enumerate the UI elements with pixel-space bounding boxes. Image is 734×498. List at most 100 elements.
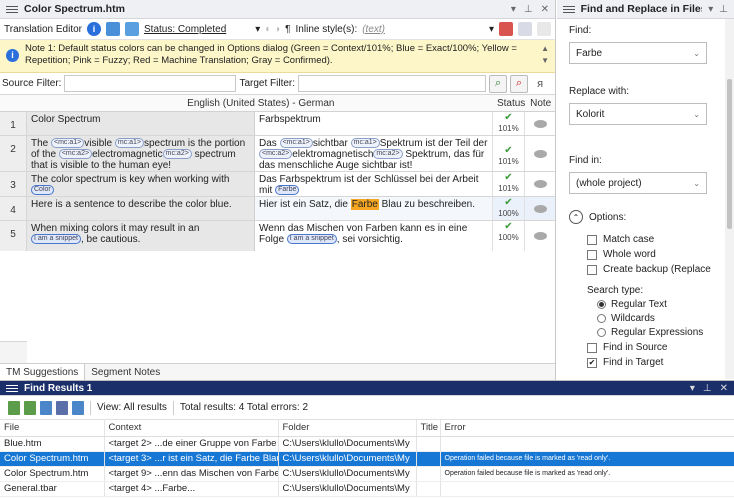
radio-regular-expressions[interactable]: Regular Expressions bbox=[597, 327, 719, 338]
inline-styles-link[interactable]: (text) bbox=[362, 24, 385, 35]
find-combo[interactable]: Farbe ⌄ bbox=[569, 42, 707, 64]
target-cell[interactable]: Das Farbspektrum ist der Schlüssel bei d… bbox=[255, 172, 493, 196]
view-icon[interactable] bbox=[518, 22, 532, 36]
segment-row[interactable]: 5 When mixing colors it may result in an… bbox=[0, 221, 555, 251]
close-icon[interactable]: ✕ bbox=[720, 383, 728, 394]
find-pane-scrollbar[interactable] bbox=[725, 19, 734, 379]
toolbar-dropdown-icon[interactable]: ▾ bbox=[255, 24, 260, 35]
whole-word-checkbox[interactable]: Whole word bbox=[587, 249, 719, 260]
inline-tag[interactable]: mc:a1> bbox=[350, 138, 380, 149]
column-header[interactable]: Error bbox=[440, 420, 734, 437]
inline-tag[interactable]: <mc:a1> bbox=[51, 138, 85, 149]
menu-icon[interactable] bbox=[6, 5, 18, 13]
note-cell[interactable] bbox=[525, 112, 555, 135]
clear-filter-icon[interactable]: ⌕ bbox=[510, 74, 529, 93]
comment-icon[interactable] bbox=[533, 119, 547, 128]
replace-combo[interactable]: Kolorit ⌄ bbox=[569, 103, 707, 125]
note-cell[interactable] bbox=[525, 172, 555, 196]
scroll-arrows-icon[interactable]: ▲ ▼ bbox=[541, 43, 549, 69]
tab-tm-suggestions[interactable]: TM Suggestions bbox=[0, 364, 86, 380]
comment-icon[interactable] bbox=[533, 232, 547, 240]
pin-icon[interactable]: ⊥ bbox=[524, 4, 533, 15]
inline-tag[interactable]: Farbe bbox=[275, 185, 300, 196]
inline-tag[interactable]: mc:a2> bbox=[373, 149, 403, 160]
inline-tag[interactable]: mc:a1> bbox=[114, 138, 144, 149]
radio-icon[interactable] bbox=[597, 314, 606, 323]
segment-row[interactable]: 3 The color spectrum is key when working… bbox=[0, 172, 555, 197]
inline-tag[interactable]: <mc:a1> bbox=[279, 138, 313, 149]
inline-tag[interactable]: Color bbox=[31, 185, 54, 196]
filter-settings-icon[interactable]: ᴙ bbox=[531, 75, 549, 93]
comment-icon[interactable] bbox=[533, 204, 547, 213]
collapse-icon[interactable] bbox=[24, 400, 36, 415]
copy-icon[interactable] bbox=[72, 400, 84, 415]
chevron-down-icon[interactable]: ⌄ bbox=[693, 179, 700, 188]
pin-icon[interactable]: ⊥ bbox=[703, 383, 712, 394]
target-filter-input[interactable] bbox=[298, 75, 487, 92]
comment-icon[interactable] bbox=[533, 180, 547, 188]
menu-icon[interactable] bbox=[563, 5, 575, 13]
list-icon[interactable] bbox=[56, 400, 68, 415]
find-in-source-checkbox[interactable]: Find in Source bbox=[587, 342, 719, 353]
dropdown-icon[interactable]: ▾ bbox=[708, 4, 713, 15]
find-in-target-checkbox[interactable]: ✔ Find in Target bbox=[587, 357, 719, 368]
target-cell[interactable]: Das <mc:a1> sichtbar mc:a1> Spektrum ist d… bbox=[255, 136, 493, 171]
expand-icon[interactable] bbox=[8, 400, 20, 415]
layout-icon[interactable] bbox=[537, 22, 551, 36]
radio-icon[interactable] bbox=[597, 300, 606, 309]
tab-segment-notes[interactable]: Segment Notes bbox=[85, 364, 166, 380]
radio-icon[interactable] bbox=[597, 328, 606, 337]
radio-wildcards[interactable]: Wildcards bbox=[597, 313, 719, 324]
result-row[interactable]: General.tbar <target 4> ...Farbe... C:\U… bbox=[0, 481, 734, 497]
menu-icon[interactable] bbox=[6, 384, 18, 392]
target-cell[interactable]: Wenn das Mischen von Farben kann es in e… bbox=[255, 221, 493, 251]
create-backup-checkbox[interactable]: Create backup (Replace bbox=[587, 264, 719, 275]
pdf-icon[interactable] bbox=[499, 22, 513, 36]
segment-row-active[interactable]: 4 Here is a sentence to describe the col… bbox=[0, 197, 555, 221]
chevron-down-icon[interactable]: ⌄ bbox=[693, 49, 700, 58]
note-cell[interactable] bbox=[525, 221, 555, 251]
inline-tag[interactable]: I am a snippet bbox=[286, 234, 337, 245]
checkbox-icon[interactable] bbox=[587, 249, 597, 260]
result-row[interactable]: Blue.htm <target 2> ...de einer Gruppe v… bbox=[0, 436, 734, 452]
close-icon[interactable]: ✕ bbox=[541, 4, 549, 15]
info-icon[interactable]: i bbox=[87, 22, 101, 36]
note-cell[interactable] bbox=[525, 197, 555, 220]
column-header[interactable]: Context bbox=[104, 420, 279, 437]
source-filter-input[interactable] bbox=[64, 75, 237, 92]
toggle-icon[interactable]: ◐ ◑ bbox=[265, 24, 280, 35]
apply-filter-icon[interactable]: ⌕ bbox=[489, 74, 508, 93]
export-icon[interactable] bbox=[40, 400, 52, 415]
inline-tag[interactable]: I am a snippet bbox=[31, 234, 81, 245]
checkbox-checked-icon[interactable]: ✔ bbox=[587, 357, 597, 368]
column-header[interactable]: Title bbox=[416, 420, 441, 437]
checkbox-icon[interactable] bbox=[587, 234, 597, 245]
segment-row[interactable]: 2 The <mc:a1> visible mc:a1> spectrum is t… bbox=[0, 136, 555, 172]
status-link[interactable]: Status: Completed bbox=[144, 24, 226, 35]
comment-icon[interactable] bbox=[533, 149, 547, 158]
inline-tag[interactable]: <mc:a2> bbox=[58, 149, 93, 160]
inline-tag[interactable]: mc:a2> bbox=[162, 149, 192, 160]
pin-icon[interactable]: ⊥ bbox=[719, 4, 728, 15]
dropdown-icon[interactable]: ▾ bbox=[690, 383, 695, 394]
document-icon[interactable] bbox=[106, 22, 120, 36]
pilcrow-icon[interactable]: ¶ bbox=[285, 24, 290, 35]
dropdown-icon[interactable]: ▾ bbox=[511, 4, 516, 15]
tools-dropdown-icon[interactable]: ▾ bbox=[489, 24, 494, 35]
checkbox-icon[interactable] bbox=[587, 264, 597, 275]
column-header[interactable]: File bbox=[0, 420, 105, 437]
radio-regular-text[interactable]: Regular Text bbox=[597, 299, 719, 310]
find-in-combo[interactable]: (whole project) ⌄ bbox=[569, 172, 707, 194]
view-filter-label[interactable]: View: All results bbox=[97, 402, 167, 413]
chevron-down-icon[interactable]: ⌄ bbox=[693, 110, 700, 119]
collapse-icon[interactable]: ⌃ bbox=[569, 210, 583, 224]
options-toggle[interactable]: ⌃ Options: bbox=[569, 210, 726, 224]
grid-icon[interactable] bbox=[125, 22, 139, 36]
result-row-selected[interactable]: Color Spectrum.htm <target 3> ...r ist e… bbox=[0, 451, 734, 467]
column-header[interactable]: Folder bbox=[278, 420, 417, 437]
result-row[interactable]: Color Spectrum.htm <target 9> ...enn das… bbox=[0, 466, 734, 482]
note-cell[interactable] bbox=[525, 136, 555, 171]
target-cell[interactable]: Hier ist ein Satz, die Farbe Blau zu bes… bbox=[255, 197, 493, 220]
target-cell[interactable]: Farbspektrum bbox=[255, 112, 493, 135]
checkbox-icon[interactable] bbox=[587, 342, 597, 353]
